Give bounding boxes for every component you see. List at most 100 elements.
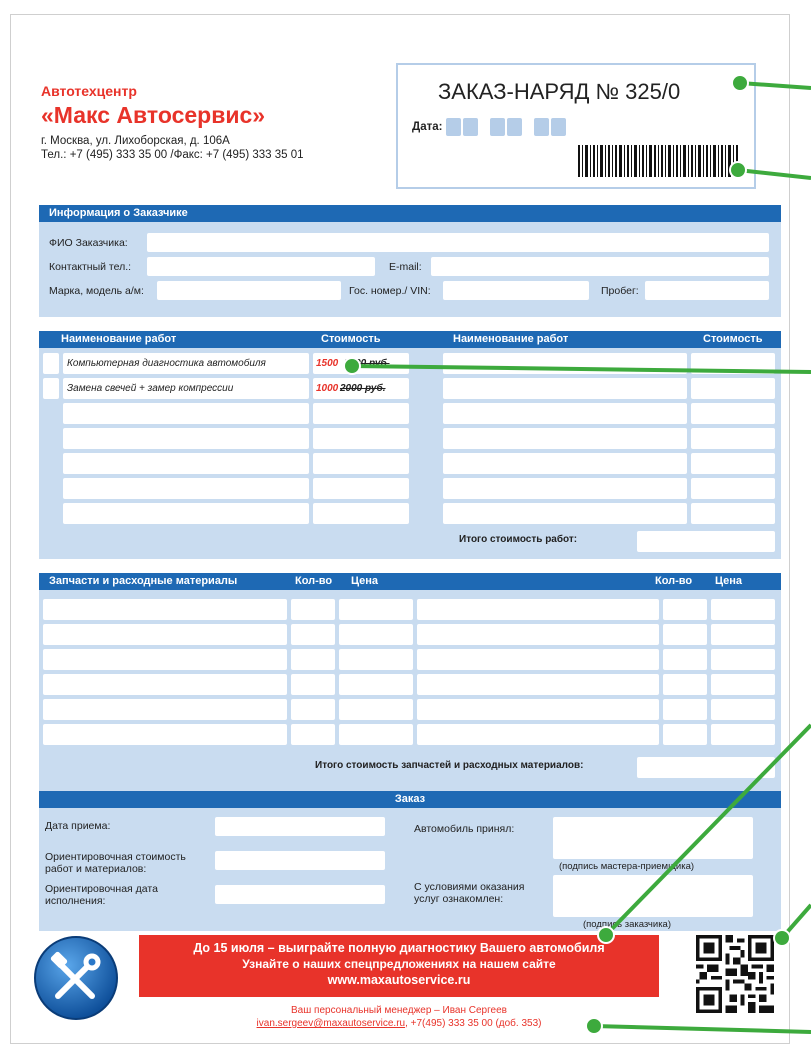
- part-qty-cell[interactable]: [291, 699, 335, 720]
- manager-email-link[interactable]: ivan.sergeev@maxautoservice.ru: [257, 1018, 406, 1029]
- part-qty-cell[interactable]: [663, 699, 707, 720]
- part-name-cell[interactable]: [43, 724, 287, 745]
- date-year-1[interactable]: [534, 118, 550, 136]
- work-price-cell[interactable]: [313, 428, 409, 449]
- work-price-2: 1000: [316, 383, 339, 394]
- part-qty-cell[interactable]: [291, 624, 335, 645]
- work-checkbox-2[interactable]: [43, 378, 59, 399]
- part-qty-cell[interactable]: [663, 674, 707, 695]
- parts-total-field[interactable]: [637, 757, 775, 778]
- part-price-cell[interactable]: [711, 624, 775, 645]
- work-price-cell-right[interactable]: [691, 478, 775, 499]
- work-name-2: Замена свечей + замер компрессии: [67, 383, 234, 394]
- plate-vin-field[interactable]: [443, 281, 589, 300]
- part-price-cell[interactable]: [339, 699, 413, 720]
- part-name-cell[interactable]: [417, 624, 659, 645]
- date-day-1[interactable]: [446, 118, 462, 136]
- part-price-cell[interactable]: [711, 674, 775, 695]
- part-qty-cell[interactable]: [663, 624, 707, 645]
- part-qty-cell[interactable]: [663, 724, 707, 745]
- work-name-cell[interactable]: [63, 428, 309, 449]
- part-qty-cell[interactable]: [291, 599, 335, 620]
- work-name-1: Компьютерная диагностика автомобиля: [67, 358, 266, 369]
- work-name-cell-right[interactable]: [443, 478, 687, 499]
- date-month-1[interactable]: [490, 118, 506, 136]
- work-name-cell-right[interactable]: [443, 378, 687, 399]
- promo-line-1: До 15 июля – выиграйте полную диагностик…: [193, 941, 605, 955]
- customer-section: Информация о Заказчике ФИО Заказчика: Ко…: [39, 205, 781, 317]
- work-name-cell[interactable]: [63, 453, 309, 474]
- work-name-cell-right[interactable]: [443, 403, 687, 424]
- estimated-date-label: Ориентировочная дата исполнения:: [45, 883, 158, 907]
- customer-name-label: ФИО Заказчика:: [49, 237, 128, 249]
- work-name-cell-right[interactable]: [443, 428, 687, 449]
- part-price-cell[interactable]: [339, 724, 413, 745]
- date-year-2[interactable]: [551, 118, 567, 136]
- part-name-cell[interactable]: [417, 699, 659, 720]
- received-date-field[interactable]: [215, 817, 385, 836]
- customer-email-field[interactable]: [431, 257, 769, 276]
- part-qty-cell[interactable]: [291, 724, 335, 745]
- work-name-cell[interactable]: [63, 503, 309, 524]
- work-name-cell-right[interactable]: [443, 503, 687, 524]
- estimated-date-field[interactable]: [215, 885, 385, 904]
- mileage-field[interactable]: [645, 281, 769, 300]
- part-qty-cell[interactable]: [291, 674, 335, 695]
- part-name-cell[interactable]: [417, 724, 659, 745]
- work-checkbox-1[interactable]: [43, 353, 59, 374]
- part-name-cell[interactable]: [417, 599, 659, 620]
- customer-name-field[interactable]: [147, 233, 769, 252]
- part-name-cell[interactable]: [43, 674, 287, 695]
- part-price-cell[interactable]: [711, 599, 775, 620]
- manager-info: Ваш персональный менеджер – Иван Сергеев…: [139, 1005, 659, 1029]
- part-name-cell[interactable]: [43, 699, 287, 720]
- customer-email-label: E-mail:: [389, 261, 422, 273]
- work-price-cell-right[interactable]: [691, 503, 775, 524]
- part-price-cell[interactable]: [339, 624, 413, 645]
- company-address: г. Москва, ул. Лихоборская, д. 106А: [41, 135, 230, 147]
- estimated-cost-field[interactable]: [215, 851, 385, 870]
- work-price-cell-right[interactable]: [691, 378, 775, 399]
- date-day-2[interactable]: [463, 118, 479, 136]
- date-row: Дата:: [412, 118, 568, 136]
- work-price-cell-right[interactable]: [691, 403, 775, 424]
- works-col-price-2: Стоимость: [703, 333, 763, 345]
- barcode-icon: [578, 145, 738, 177]
- date-month-2[interactable]: [507, 118, 523, 136]
- parts-col-qty: Кол-во: [295, 575, 333, 587]
- part-name-cell[interactable]: [43, 649, 287, 670]
- work-price-cell-right[interactable]: [691, 428, 775, 449]
- part-qty-cell[interactable]: [663, 599, 707, 620]
- part-price-cell[interactable]: [339, 674, 413, 695]
- work-price-cell[interactable]: [313, 478, 409, 499]
- customer-phone-field[interactable]: [147, 257, 375, 276]
- work-name-cell[interactable]: [63, 478, 309, 499]
- promo-website-link[interactable]: www.maxautoservice.ru: [139, 973, 659, 987]
- promo-banner[interactable]: До 15 июля – выиграйте полную диагностик…: [139, 935, 659, 997]
- master-signature-field[interactable]: [553, 817, 753, 859]
- work-price-cell-right[interactable]: [691, 353, 775, 374]
- work-price-cell[interactable]: [313, 403, 409, 424]
- part-price-cell[interactable]: [339, 599, 413, 620]
- part-name-cell[interactable]: [417, 649, 659, 670]
- work-price-cell[interactable]: [313, 453, 409, 474]
- customer-signature-field[interactable]: [553, 875, 753, 917]
- part-price-cell[interactable]: [711, 724, 775, 745]
- part-name-cell[interactable]: [43, 624, 287, 645]
- part-qty-cell[interactable]: [291, 649, 335, 670]
- part-name-cell[interactable]: [417, 674, 659, 695]
- part-qty-cell[interactable]: [663, 649, 707, 670]
- promo-line-2: Узнайте о наших спецпредложениях на наше…: [242, 957, 556, 971]
- work-name-cell-right[interactable]: [443, 453, 687, 474]
- work-name-cell[interactable]: [63, 403, 309, 424]
- works-total-field[interactable]: [637, 531, 775, 552]
- work-price-cell[interactable]: [313, 503, 409, 524]
- part-price-cell[interactable]: [339, 649, 413, 670]
- work-name-cell-right[interactable]: [443, 353, 687, 374]
- mileage-label: Пробег:: [601, 285, 639, 297]
- part-price-cell[interactable]: [711, 699, 775, 720]
- work-price-cell-right[interactable]: [691, 453, 775, 474]
- car-model-field[interactable]: [157, 281, 341, 300]
- part-name-cell[interactable]: [43, 599, 287, 620]
- part-price-cell[interactable]: [711, 649, 775, 670]
